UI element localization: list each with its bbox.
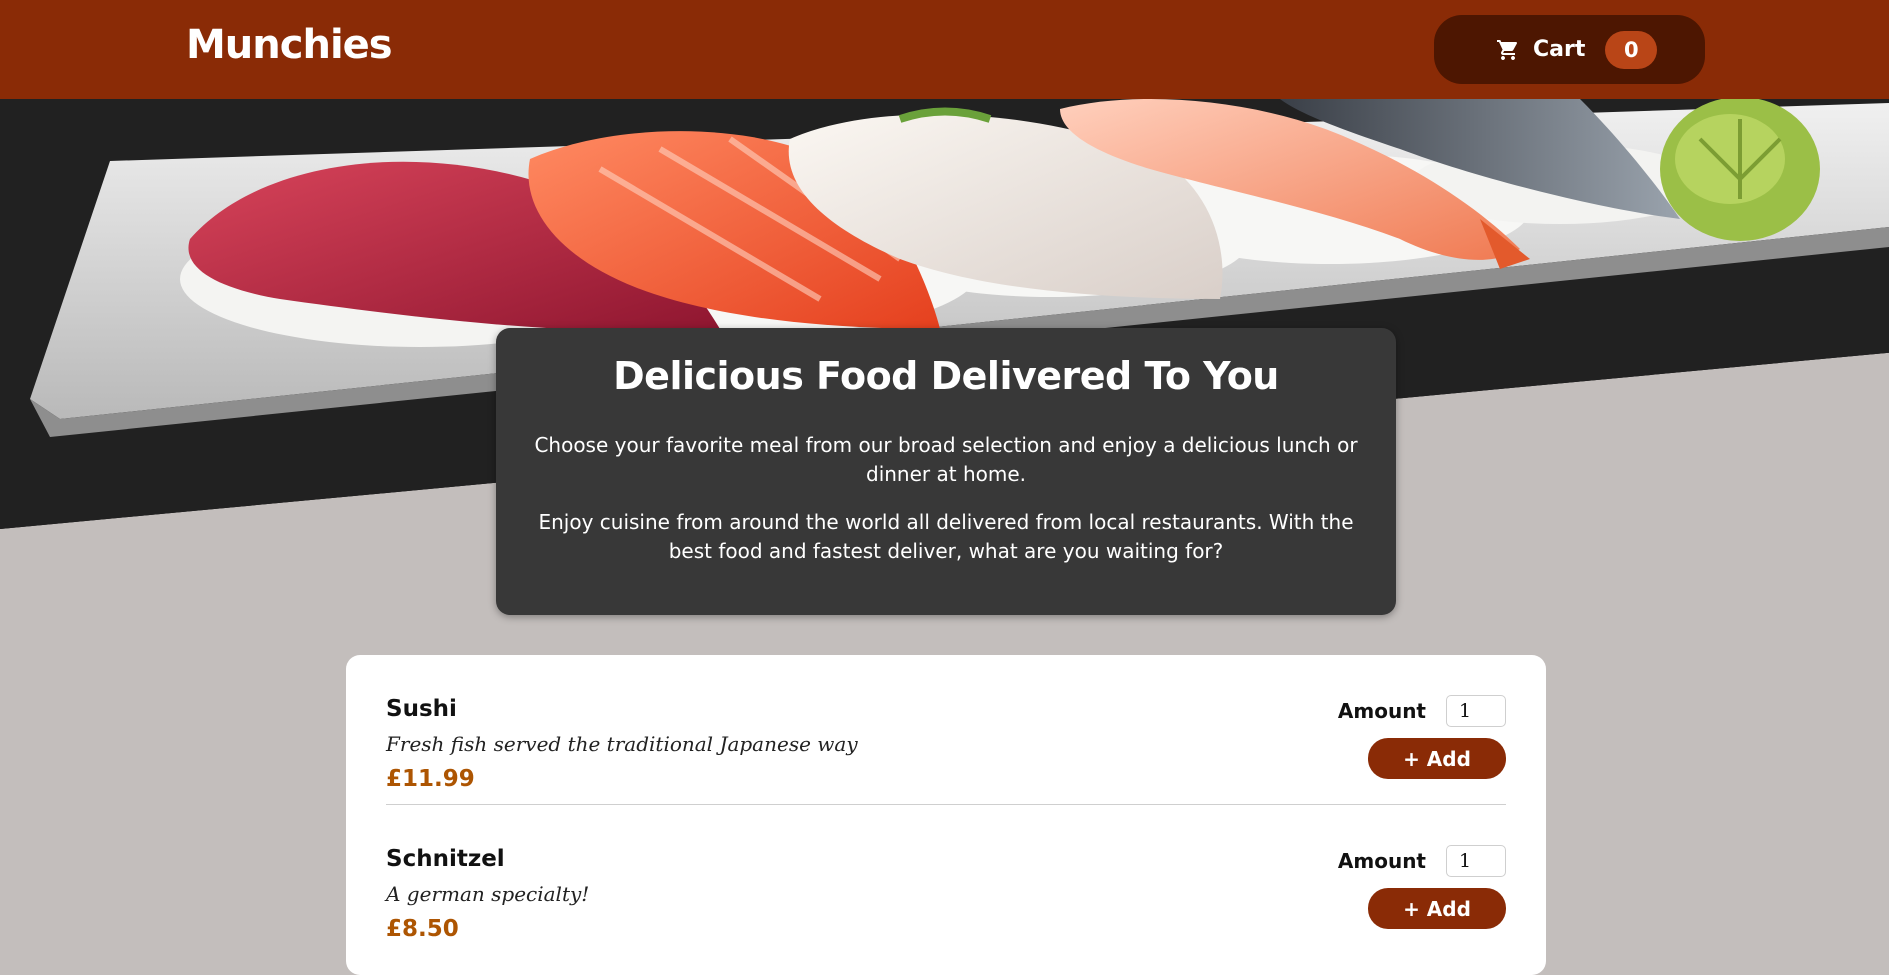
meal-price: £11.99 xyxy=(386,766,475,792)
cart-label: Cart xyxy=(1533,37,1586,62)
amount-row: Amount xyxy=(1338,695,1506,727)
site-header: Munchies Cart 0 xyxy=(0,0,1889,99)
meal-price: £8.50 xyxy=(386,916,459,942)
summary-paragraph-2: Enjoy cuisine from around the world all … xyxy=(538,510,1354,563)
amount-input[interactable] xyxy=(1446,695,1506,727)
meals-list: Sushi Fresh fish served the traditional … xyxy=(346,655,1546,975)
logo: Munchies xyxy=(186,22,393,68)
meal-description: Fresh fish served the traditional Japane… xyxy=(386,732,858,756)
amount-input[interactable] xyxy=(1446,845,1506,877)
amount-row: Amount xyxy=(1338,845,1506,877)
amount-label: Amount xyxy=(1337,849,1426,873)
cart-button[interactable]: Cart 0 xyxy=(1434,15,1705,84)
summary-paragraph-1: Choose your favorite meal from our broad… xyxy=(534,433,1358,486)
amount-label: Amount xyxy=(1337,699,1426,723)
meal-form: Amount + Add xyxy=(1338,695,1506,779)
cart-count-badge: 0 xyxy=(1605,30,1658,69)
add-button[interactable]: + Add xyxy=(1368,738,1506,779)
meal-description: A german specialty! xyxy=(386,882,590,906)
add-button[interactable]: + Add xyxy=(1368,888,1506,929)
shopping-cart-icon xyxy=(1497,39,1518,60)
summary-title: Delicious Food Delivered To You xyxy=(613,354,1279,398)
meal-form: Amount + Add xyxy=(1338,845,1506,929)
meal-item-schnitzel: Schnitzel A german specialty! £8.50 Amou… xyxy=(386,805,1506,955)
meal-item-sushi: Sushi Fresh fish served the traditional … xyxy=(386,655,1506,805)
summary-card: Delicious Food Delivered To You Choose y… xyxy=(496,328,1396,615)
